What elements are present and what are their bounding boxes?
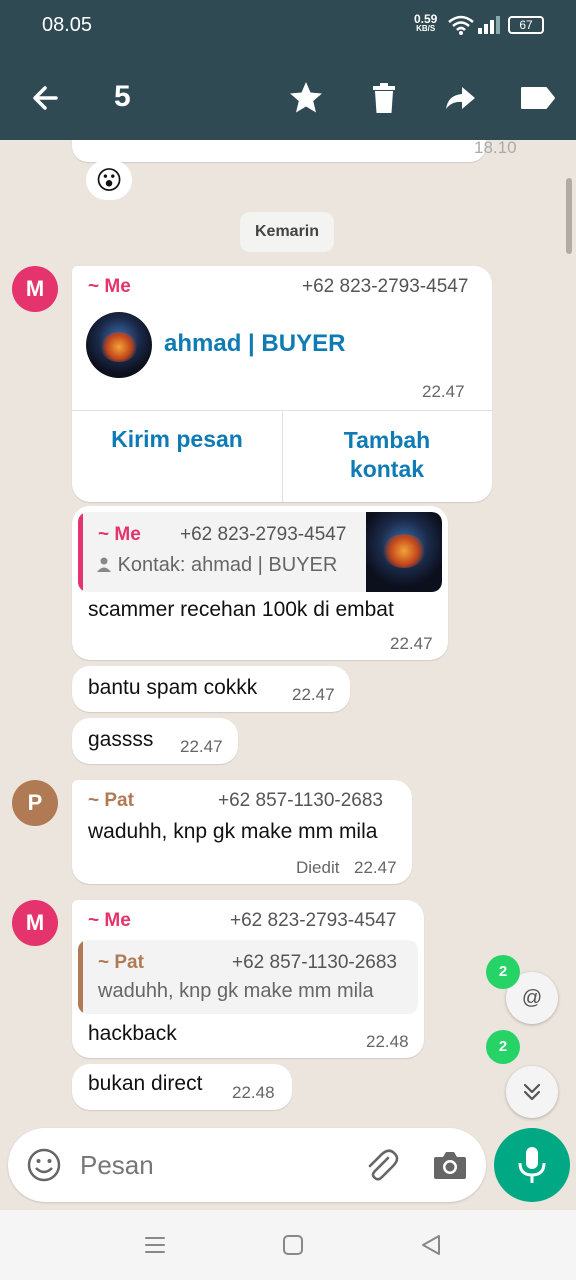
quote-contact: Kontak: ahmad | BUYER [96, 554, 337, 577]
add-contact-button[interactable]: Tambah kontak [282, 410, 492, 502]
system-nav-bar [0, 1210, 576, 1280]
person-icon [97, 557, 111, 572]
selected-count: 5 [114, 80, 131, 113]
message-bubble[interactable]: 18.10 [72, 140, 517, 162]
contact-photo [86, 312, 152, 378]
send-message-label: Kirim pesan [111, 426, 243, 452]
message-time: 22.47 [422, 382, 465, 401]
sender-phone: +62 857-1130-2683 [218, 790, 383, 811]
quote-phone: +62 857-1130-2683 [232, 952, 397, 973]
avatar-initial: P [27, 790, 43, 815]
home-icon[interactable] [281, 1233, 305, 1257]
sender-name: ~ Me [88, 910, 131, 931]
message-text: bantu spam cokkk [88, 676, 258, 699]
sender-phone: +62 823-2793-4547 [302, 276, 469, 297]
quote-bar [78, 940, 83, 1014]
message-time: 22.47 [354, 858, 397, 877]
sender-name: ~ Me [88, 276, 131, 297]
status-time: 08.05 [42, 14, 93, 36]
add-contact-label-1: Tambah [343, 427, 431, 453]
unread-count-badge: 2 [486, 1030, 520, 1064]
chat-messages[interactable]: 18.10 😮 Kemarin M ~ Me +62 823-2793-4547… [0, 140, 576, 1128]
back-icon[interactable] [419, 1233, 443, 1257]
sender-phone: +62 823-2793-4547 [230, 910, 397, 931]
date-label: Kemarin [254, 223, 320, 240]
quoted-message[interactable]: ~ Pat +62 857-1130-2683 waduhh, knp gk m… [78, 940, 418, 1014]
message-input[interactable]: Pesan [80, 1150, 154, 1181]
message-input-bar[interactable]: Pesan [8, 1128, 486, 1202]
message-time: 22.47 [180, 737, 223, 756]
selection-action-bar: 5 [0, 52, 576, 140]
quote-bar [78, 512, 83, 592]
quote-sender: ~ Me [98, 524, 141, 545]
network-speed-unit: KB/S [416, 24, 436, 33]
double-chevron-down-icon [523, 1083, 541, 1101]
signal-icon [478, 16, 500, 34]
battery-level: 67 [519, 18, 533, 32]
date-separator: Kemarin [240, 212, 334, 252]
avatar[interactable]: P [12, 780, 58, 826]
microphone-icon [518, 1147, 546, 1183]
mention-symbol: @ [521, 987, 543, 1009]
mention-count: 2 [498, 963, 508, 980]
quote-thumbnail [366, 512, 442, 592]
emoji-icon[interactable] [26, 1147, 62, 1183]
scroll-to-bottom-button[interactable] [506, 1066, 558, 1118]
avatar[interactable]: M [12, 266, 58, 312]
reply-message-bubble[interactable]: ~ Me +62 823-2793-4547 ~ Pat +62 857-113… [72, 900, 424, 1058]
attach-icon[interactable] [362, 1146, 400, 1184]
status-bar: 08.05 0.59 KB/S 67 [0, 0, 576, 52]
back-arrow-icon[interactable] [26, 78, 66, 118]
message-text: gassss [88, 728, 154, 751]
edited-label: Diedit [296, 858, 340, 877]
message-time: 22.47 [292, 685, 335, 704]
message-bubble[interactable]: bantu spam cokkk 22.47 [72, 666, 350, 712]
message-bubble[interactable]: ~ Pat +62 857-1130-2683 waduhh, knp gk m… [72, 780, 412, 884]
add-contact-label-2: kontak [349, 456, 425, 482]
contact-name: ahmad | BUYER [164, 330, 346, 357]
menu-icon[interactable] [143, 1233, 167, 1257]
message-text: waduhh, knp gk make mm mila [88, 820, 378, 843]
send-message-button[interactable]: Kirim pesan [72, 410, 282, 502]
mention-count-badge: 2 [486, 955, 520, 989]
quote-text: Kontak: ahmad | BUYER [117, 554, 338, 576]
message-time: 22.48 [366, 1032, 409, 1051]
message-text: hackback [88, 1022, 177, 1045]
message-bubble[interactable]: bukan direct 22.48 [72, 1064, 292, 1110]
quote-phone: +62 823-2793-4547 [180, 524, 347, 545]
contact-card-bubble[interactable]: ~ Me +62 823-2793-4547 ahmad | BUYER 22.… [72, 266, 492, 502]
reaction-emoji: 😮 [95, 165, 123, 195]
reply-message-bubble[interactable]: ~ Me +62 823-2793-4547 Kontak: ahmad | B… [72, 506, 448, 660]
voice-record-button[interactable] [494, 1128, 570, 1202]
avatar[interactable]: M [12, 900, 58, 946]
wifi-icon [448, 15, 474, 35]
forward-icon[interactable] [440, 78, 480, 118]
sender-name: ~ Pat [88, 790, 134, 811]
unread-count: 2 [498, 1038, 508, 1055]
delete-icon[interactable] [364, 78, 404, 118]
message-time: 22.47 [390, 634, 433, 653]
battery-icon: 67 [508, 16, 544, 34]
message-text: bukan direct [88, 1072, 203, 1095]
reaction-chip[interactable]: 😮 [86, 160, 132, 200]
quote-text: waduhh, knp gk make mm mila [98, 980, 374, 1002]
message-bubble[interactable]: gassss 22.47 [72, 718, 238, 764]
camera-icon[interactable] [432, 1148, 468, 1182]
quoted-message[interactable]: ~ Me +62 823-2793-4547 Kontak: ahmad | B… [78, 512, 442, 592]
scrollbar[interactable] [566, 178, 572, 254]
label-icon[interactable] [518, 78, 558, 118]
message-time: 18.10 [474, 140, 517, 157]
quote-sender: ~ Pat [98, 952, 144, 973]
network-speed: 0.59 KB/S [414, 13, 437, 34]
message-time: 22.48 [232, 1083, 275, 1102]
message-text: scammer recehan 100k di embat [88, 598, 394, 621]
star-icon[interactable] [286, 78, 326, 118]
avatar-initial: M [25, 910, 45, 935]
